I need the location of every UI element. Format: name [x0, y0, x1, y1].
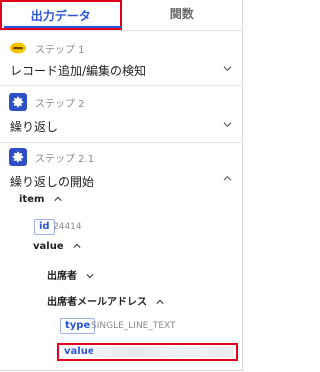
- tab-output-data[interactable]: 出力データ: [0, 0, 122, 30]
- step-2-1-label: ステップ 2.1: [35, 153, 95, 165]
- tree-node-value-label: value: [33, 241, 64, 252]
- value-row-highlight[interactable]: value: [57, 343, 238, 361]
- chevron-down-icon[interactable]: [223, 120, 232, 129]
- id-badge[interactable]: id: [34, 219, 55, 235]
- tab-bar: 出力データ 関数: [0, 0, 242, 30]
- step-2-1-section: ステップ 2.1 繰り返しの開始: [0, 143, 242, 371]
- step-2-title: 繰り返し: [10, 120, 59, 134]
- step-1-title: レコード追加/編集の検知: [10, 64, 147, 78]
- chevron-down-icon[interactable]: [223, 64, 232, 73]
- tree-node-value[interactable]: value: [33, 241, 81, 252]
- step-1-label: ステップ 1: [35, 44, 85, 56]
- kintone-icon: [9, 39, 27, 57]
- step-2-1-title: 繰り返しの開始: [10, 175, 95, 189]
- tree-node-attendee[interactable]: 出席者: [47, 267, 95, 282]
- step-1-section[interactable]: ステップ 1 レコード追加/編集の検知: [0, 31, 242, 86]
- tree-node-attendee-label: 出席者: [47, 271, 77, 282]
- value-content-redacted: [93, 347, 233, 357]
- type-badge[interactable]: type: [60, 318, 96, 334]
- tab-functions-label: 関数: [169, 7, 194, 21]
- id-value: 24414: [53, 222, 82, 232]
- chevron-up-icon: [156, 299, 165, 304]
- step-2-1-header: ステップ 2.1: [9, 148, 94, 166]
- step-2-header: ステップ 2: [9, 93, 85, 111]
- gear-icon: [9, 148, 27, 166]
- tree-node-item[interactable]: item: [19, 194, 62, 205]
- gear-icon: [9, 93, 27, 111]
- output-data-panel: 出力データ 関数 ステップ 1 レコード追加/編集の検知 ステップ 2 繰り返し…: [0, 0, 243, 371]
- active-tab-underline: [4, 26, 122, 28]
- step-2-section[interactable]: ステップ 2 繰り返し: [0, 86, 242, 143]
- tree-node-attendee-email-label: 出席者メールアドレス: [47, 297, 147, 308]
- chevron-up-icon: [73, 243, 81, 248]
- type-value: SINGLE_LINE_TEXT: [91, 321, 176, 331]
- step-2-label: ステップ 2: [35, 98, 85, 110]
- step-1-header: ステップ 1: [9, 39, 85, 57]
- tab-functions[interactable]: 関数: [122, 0, 243, 30]
- tree-node-item-label: item: [19, 194, 45, 205]
- chevron-up-icon[interactable]: [223, 174, 232, 183]
- tab-output-data-label: 出力データ: [30, 9, 91, 23]
- tree-node-attendee-email[interactable]: 出席者メールアドレス: [47, 293, 165, 308]
- chevron-down-icon: [86, 274, 95, 279]
- chevron-up-icon: [54, 196, 62, 201]
